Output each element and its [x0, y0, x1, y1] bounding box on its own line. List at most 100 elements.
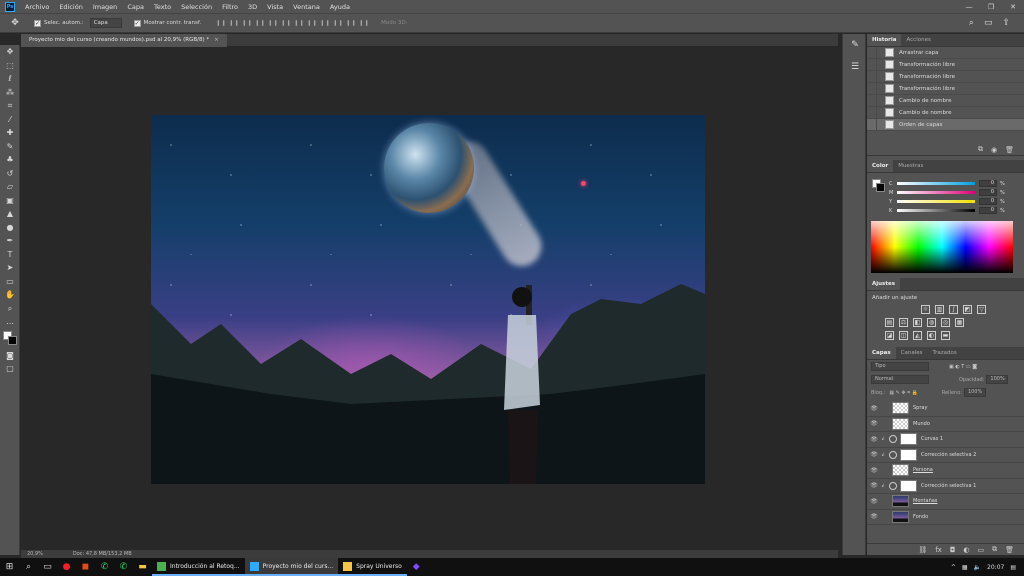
history-brush-tool-icon[interactable]: ↺ [0, 167, 20, 181]
invert-icon[interactable]: ◪ [885, 331, 894, 340]
move-tool-icon[interactable]: ✥ [0, 45, 20, 59]
menu-ayuda[interactable]: Ayuda [325, 3, 355, 11]
slider-track[interactable] [897, 200, 975, 203]
dodge-tool-icon[interactable]: ● [0, 221, 20, 235]
posterize-icon[interactable]: ◫ [899, 331, 908, 340]
healing-brush-tool-icon[interactable]: ✚ [0, 126, 20, 140]
layer-filter-dropdown[interactable]: Tipo [871, 362, 929, 371]
layer-name[interactable]: Spray [913, 405, 927, 411]
hue-saturation-icon[interactable]: ▤ [885, 318, 894, 327]
menu-capa[interactable]: Capa [122, 3, 149, 11]
adjustment-layer-icon[interactable] [889, 450, 897, 459]
zoom-tool-icon[interactable]: ⌕ [0, 302, 20, 316]
camera-icon[interactable]: ◉ [991, 146, 997, 154]
menu-filtro[interactable]: Filtro [217, 3, 243, 11]
layer-row[interactable]: 👁 ↲ Curvas 1 [867, 432, 1024, 448]
layer-thumbnail[interactable] [892, 402, 909, 415]
align-top-icon[interactable] [217, 20, 225, 26]
layer-row[interactable]: 👁 Mundo [867, 417, 1024, 432]
new-layer-icon[interactable]: ⧉ [992, 545, 997, 554]
office-icon[interactable]: ◼ [76, 558, 95, 576]
black-white-icon[interactable]: ◧ [913, 318, 922, 327]
color-lookup-icon[interactable]: ▦ [955, 318, 964, 327]
history-item[interactable]: Transformación libre [867, 58, 1024, 71]
menu-edicion[interactable]: Edición [54, 3, 88, 11]
layer-thumbnail[interactable] [892, 495, 909, 508]
crop-tool-icon[interactable]: ⌗ [0, 99, 20, 113]
minimize-button[interactable]: — [958, 3, 980, 11]
fill-field[interactable]: 100% [963, 388, 986, 397]
new-group-icon[interactable]: ▭ [977, 546, 984, 554]
taskbar-task[interactable]: Introducción al Retoq... [152, 558, 245, 576]
document-canvas-image[interactable] [151, 115, 705, 484]
history-item-selected[interactable]: Orden de capas [867, 118, 1024, 131]
layer-thumbnail[interactable] [892, 510, 909, 523]
tab-adjustments[interactable]: Ajustes [867, 278, 900, 290]
maps-icon[interactable]: ◆ [407, 558, 426, 576]
paint-bucket-tool-icon[interactable]: ▣ [0, 194, 20, 208]
visibility-eye-icon[interactable]: 👁 [867, 513, 881, 520]
opera-icon[interactable]: ● [57, 558, 76, 576]
tab-color[interactable]: Color [867, 160, 894, 172]
layer-row[interactable]: 👁 Montañas [867, 494, 1024, 510]
selective-color-icon[interactable]: ◐ [927, 331, 936, 340]
marquee-tool-icon[interactable]: ⬚ [0, 59, 20, 73]
eyedropper-tool-icon[interactable]: ⁄ [0, 113, 20, 127]
layer-row[interactable]: 👁 Fondo [867, 510, 1024, 525]
pen-tool-icon[interactable]: ✒ [0, 234, 20, 248]
properties-panel-icon[interactable]: ☰ [843, 56, 867, 78]
hand-tool-icon[interactable]: ✋ [0, 288, 20, 302]
color-slider-y[interactable]: Y 0% [889, 197, 1024, 206]
brightness-icon[interactable]: ☼ [921, 305, 930, 314]
auto-select-checkbox[interactable]: Selec. autom.: [34, 19, 84, 27]
slider-track[interactable] [897, 182, 975, 185]
distribute-top-icon[interactable] [295, 20, 303, 26]
adjustment-layer-icon[interactable] [889, 481, 897, 490]
tab-actions[interactable]: Acciones [901, 34, 935, 46]
history-item[interactable]: Cambio de nombre [867, 94, 1024, 107]
task-view-icon[interactable]: ▭ [38, 558, 57, 576]
rectangle-tool-icon[interactable]: ▭ [0, 275, 20, 289]
filter-icons[interactable]: ▣ ◐ T ▭ ◙ [949, 364, 977, 370]
clone-stamp-tool-icon[interactable]: ♣ [0, 153, 20, 167]
color-slider-m[interactable]: M 0% [889, 188, 1024, 197]
align-bottom-icon[interactable] [243, 20, 251, 26]
menu-texto[interactable]: Texto [149, 3, 176, 11]
zoom-level[interactable]: 20,9% [27, 551, 43, 557]
color-spectrum[interactable] [871, 221, 1013, 273]
quick-mask-icon[interactable]: ◙ [0, 349, 20, 363]
color-bg-swatch[interactable] [876, 183, 885, 192]
background-color-swatch[interactable] [8, 335, 17, 345]
distribute-hcenter-icon[interactable] [347, 20, 355, 26]
layer-name[interactable]: Corrección selectiva 2 [921, 452, 976, 458]
slider-track[interactable] [897, 209, 975, 212]
visibility-eye-icon[interactable]: 👁 [867, 436, 881, 443]
path-selection-tool-icon[interactable]: ➤ [0, 261, 20, 275]
layer-name[interactable]: Corrección selectiva 1 [921, 483, 976, 489]
vibrance-icon[interactable]: ▽ [977, 305, 986, 314]
layer-row[interactable]: 👁 Persona [867, 463, 1024, 479]
search-icon[interactable]: ⌕ [19, 558, 38, 576]
add-mask-icon[interactable]: ◘ [950, 546, 956, 554]
notifications-icon[interactable]: ▤ [1010, 564, 1016, 571]
close-tab-icon[interactable]: × [214, 37, 219, 43]
layer-name[interactable]: Mundo [913, 421, 930, 427]
threshold-icon[interactable]: ◭ [913, 331, 922, 340]
search-icon[interactable]: ⌕ [969, 18, 974, 28]
history-item[interactable]: Transformación libre [867, 70, 1024, 83]
align-right-icon[interactable] [282, 20, 290, 26]
align-hcenter-icon[interactable] [269, 20, 277, 26]
menu-vista[interactable]: Vista [262, 3, 288, 11]
brush-panel-icon[interactable]: ✎ [843, 34, 867, 56]
windows-start-icon[interactable]: ⊞ [0, 558, 19, 576]
show-transform-check-icon[interactable] [133, 19, 141, 27]
taskbar-task[interactable]: Spray Universo [338, 558, 407, 576]
layer-name[interactable]: Fondo [913, 514, 928, 520]
screen-mode-icon[interactable]: ▢ [0, 362, 20, 376]
visibility-eye-icon[interactable]: 👁 [867, 420, 881, 427]
menu-ventana[interactable]: Ventana [288, 3, 325, 11]
layer-mask-thumbnail[interactable] [900, 433, 917, 446]
align-vcenter-icon[interactable] [230, 20, 238, 26]
trash-icon[interactable]: 🗑 [1005, 146, 1014, 154]
distribute-vcenter-icon[interactable] [308, 20, 316, 26]
